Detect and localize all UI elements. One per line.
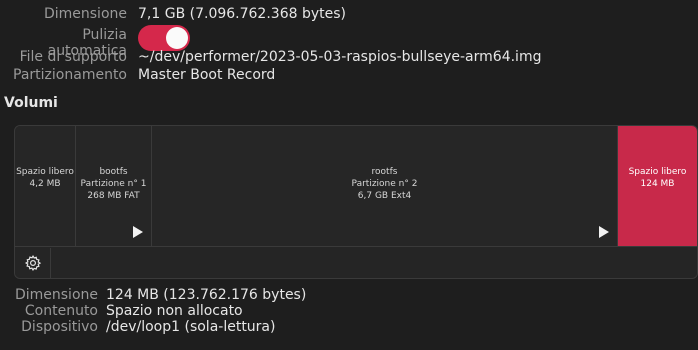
size-label: Dimensione (43, 6, 127, 22)
auto-clear-toggle[interactable] (138, 25, 190, 51)
segment-name: bootfs (99, 167, 128, 177)
size-value: 7,1 GB (7.096.762.368 bytes) (138, 6, 346, 22)
segment-free-space-2[interactable]: Spazio libero 124 MB (618, 126, 697, 246)
selected-size-label: Dimensione (14, 287, 98, 303)
segment-size: 6,7 GB Ext4 (357, 191, 412, 201)
partitioning-label: Partizionamento (13, 67, 127, 83)
segment-size: 124 MB (640, 179, 675, 189)
segment-partition: Partizione n° 2 (351, 179, 418, 189)
play-icon (599, 226, 609, 238)
contents-label: Contenuto (24, 303, 98, 319)
volumes-graphic: Spazio libero 4,2 MB bootfs Partizione n… (14, 125, 698, 279)
backing-file-value: ~/dev/performer/2023-05-03-raspios-bulls… (138, 49, 542, 65)
segment-name: rootfs (371, 167, 398, 177)
segment-free-space-1[interactable]: Spazio libero 4,2 MB (15, 126, 76, 246)
segment-name: Spazio libero (628, 167, 687, 177)
partitioning-value: Master Boot Record (138, 67, 276, 83)
device-value: /dev/loop1 (sola-lettura) (106, 319, 276, 335)
volumes-heading: Volumi (4, 95, 58, 111)
segment-name: Spazio libero (16, 167, 74, 177)
toggle-knob (166, 27, 188, 49)
contents-value: Spazio non allocato (106, 303, 243, 319)
segment-size: 268 MB FAT (87, 191, 140, 201)
partition-options-button[interactable] (16, 248, 51, 278)
segment-rootfs[interactable]: rootfs Partizione n° 2 6,7 GB Ext4 (152, 126, 618, 246)
gear-icon (24, 254, 42, 271)
backing-file-label: File di supporto (19, 49, 127, 65)
segment-partition: Partizione n° 1 (80, 179, 147, 189)
play-icon (133, 226, 143, 238)
selected-size-value: 124 MB (123.762.176 bytes) (106, 287, 307, 303)
device-label: Dispositivo (21, 319, 98, 335)
segment-size: 4,2 MB (29, 179, 61, 189)
volumes-toolbar (15, 246, 697, 278)
segment-bootfs[interactable]: bootfs Partizione n° 1 268 MB FAT (76, 126, 152, 246)
